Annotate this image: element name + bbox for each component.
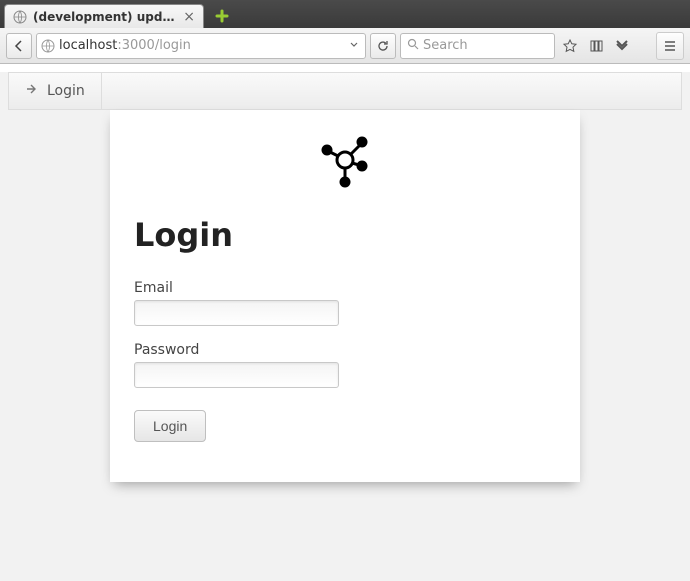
back-button[interactable] [6, 33, 32, 59]
email-field[interactable] [134, 300, 339, 326]
new-tab-button[interactable] [210, 6, 234, 26]
reload-button[interactable] [370, 33, 396, 59]
browser-tab-bar: (development) upd89 C... × [0, 0, 690, 28]
page-title: Login [134, 216, 556, 254]
login-card: Login Email Password Login [110, 110, 580, 482]
url-host: localhost [59, 38, 117, 53]
browser-toolbar: localhost:3000/login Search [0, 28, 690, 64]
menu-button[interactable] [656, 32, 684, 60]
top-nav: Login [8, 72, 682, 110]
overflow-icon[interactable] [611, 35, 633, 57]
url-path: :3000/login [117, 38, 191, 53]
email-label: Email [134, 280, 556, 296]
password-field[interactable] [134, 362, 339, 388]
login-button[interactable]: Login [134, 410, 206, 442]
network-icon [313, 130, 377, 194]
nav-login-link[interactable]: Login [9, 73, 102, 109]
url-text: localhost:3000/login [59, 38, 347, 53]
bookmark-icon[interactable] [559, 35, 581, 57]
page-viewport: Login Login Email Password Login [0, 72, 690, 581]
tab-title: (development) upd89 C... [33, 10, 177, 24]
app-logo [134, 124, 556, 206]
url-dropdown-icon[interactable] [347, 38, 361, 53]
tab-close-icon[interactable]: × [183, 9, 195, 25]
browser-tab[interactable]: (development) upd89 C... × [4, 4, 204, 28]
search-icon [407, 38, 419, 54]
nav-login-label: Login [47, 83, 85, 99]
tab-favicon-icon [13, 10, 27, 24]
globe-icon [41, 39, 55, 53]
library-icon[interactable] [585, 35, 607, 57]
password-label: Password [134, 342, 556, 358]
login-arrow-icon [25, 82, 39, 100]
url-bar[interactable]: localhost:3000/login [36, 33, 366, 59]
search-bar[interactable]: Search [400, 33, 555, 59]
search-placeholder: Search [423, 38, 468, 53]
